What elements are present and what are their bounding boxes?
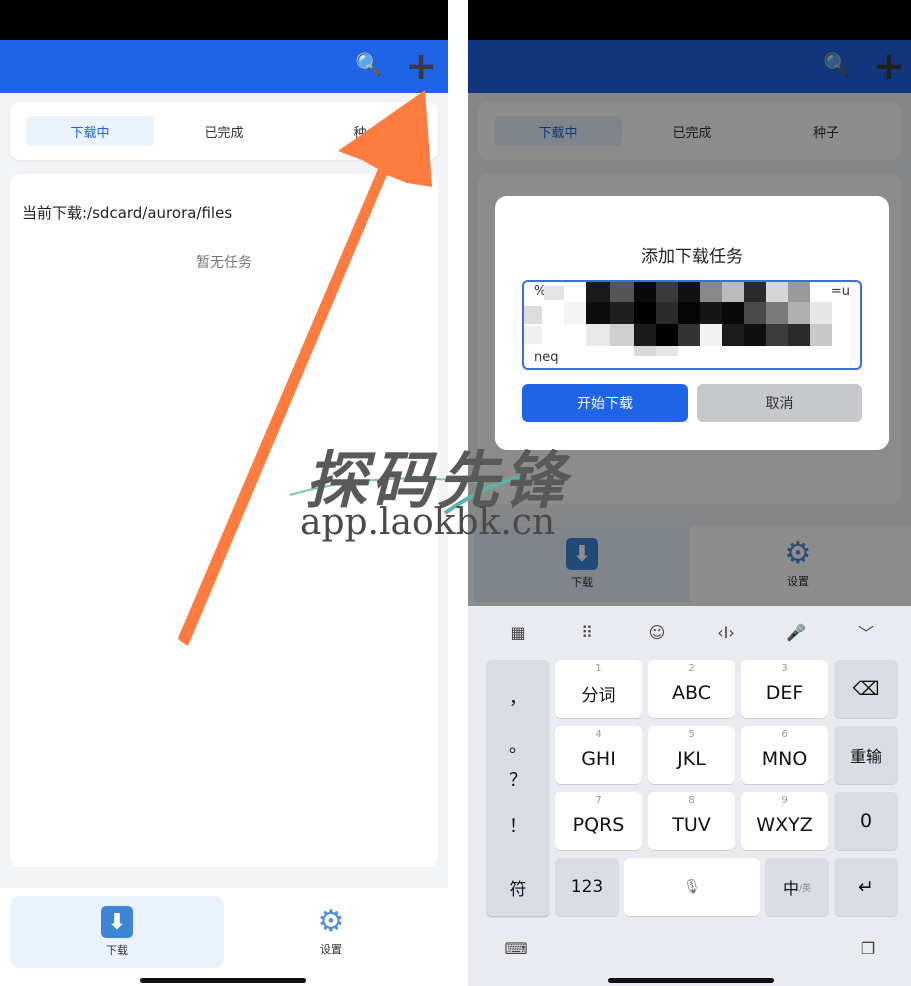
nav-label: 下载 [106,944,128,957]
cancel-button[interactable]: 取消 [697,384,862,422]
watermark-url: app.laokbk.cn [300,502,556,543]
empty-state-text: 暂无任务 [196,255,252,271]
key-label: 中 [782,879,799,898]
key-label: ABC [672,682,711,704]
nav-download[interactable]: ⬇ 下载 [10,896,224,968]
add-download-dialog: 添加下载任务 % =u neq 开始下载 取消 [495,196,889,450]
key-label: TUV [672,814,711,836]
key-number: 5 [688,729,695,740]
redaction-mosaic [524,282,860,368]
key-4[interactable]: 4 GHI [555,726,642,784]
key-6[interactable]: 6 MNO [741,726,828,784]
tab-completed[interactable]: 已完成 [160,116,288,146]
key-label: MNO [761,748,808,770]
mic-icon: 🎙 [683,879,701,895]
add-task-icon[interactable]: + [405,47,437,85]
bottom-nav: ⬇ 下载 ⚙ 设置 [0,888,448,986]
nav-label: 设置 [320,943,342,956]
key-label: JKL [677,748,706,770]
symbol-key[interactable]: ， [486,684,550,710]
key-number: 2 [688,663,695,674]
current-download-path: 当前下载:/sdcard/aurora/files [22,204,233,222]
home-indicator [608,978,774,983]
home-indicator [140,978,306,983]
key-number: 6 [781,729,788,740]
emoji-icon[interactable]: ☺ [639,620,675,644]
nav-settings[interactable]: ⚙ 设置 [224,896,438,968]
key-3[interactable]: 3 DEF [741,660,828,718]
key-5[interactable]: 5 JKL [648,726,735,784]
clipboard-icon[interactable]: ❐ [850,936,886,960]
keyboard-switch-icon[interactable]: ⌨ [498,936,534,960]
symbol-key[interactable]: 。 [486,732,550,758]
delete-key[interactable]: ⌫ [834,660,898,718]
key-number: 4 [595,729,602,740]
tab-torrents[interactable]: 种 [296,116,424,146]
grid-icon[interactable]: ▦ [500,620,536,644]
key-number: 7 [595,795,602,806]
top-app-bar: 🔍 + [0,40,448,93]
key-1[interactable]: 1 分词 [555,660,642,718]
key-label: WXYZ [756,814,813,836]
mic-icon[interactable]: 🎤 [778,620,814,644]
tab-downloading[interactable]: 下载中 [26,116,154,146]
key-8[interactable]: 8 TUV [648,792,735,850]
symbol-key[interactable]: ？ [486,766,550,792]
gear-icon: ⚙ [317,904,345,939]
retype-key[interactable]: 重输 [834,726,898,784]
key-number: 1 [595,663,602,674]
key-number: 3 [781,663,788,674]
keyboard-layout-icon[interactable]: ⠿ [569,620,605,644]
download-icon: ⬇ [101,906,133,938]
start-download-button[interactable]: 开始下载 [522,384,688,422]
key-number: 8 [688,795,695,806]
key-sublabel: /英 [798,883,812,894]
key-label: PQRS [572,814,625,836]
search-icon[interactable]: 🔍 [354,51,384,81]
key-label: DEF [765,682,804,704]
zero-key[interactable]: 0 [834,792,898,850]
number-switch-key[interactable]: 123 [555,858,619,916]
tab-label: 已完成 [204,125,244,141]
key-9[interactable]: 9 WXYZ [741,792,828,850]
key-label: GHI [581,748,616,770]
enter-key[interactable]: ↵ [834,858,898,916]
key-number: 9 [781,795,788,806]
url-input[interactable]: % =u neq [522,280,862,370]
cursor-icon[interactable]: ‹I› [708,620,744,644]
space-key[interactable]: 🎙 [624,858,760,916]
key-2[interactable]: 2 ABC [648,660,735,718]
tab-bar: 下载中 已完成 种 [10,102,438,160]
tab-label: 下载中 [70,125,110,141]
dialog-title: 添加下载任务 [641,247,743,267]
tab-label: 种 [353,125,367,141]
symbol-switch-key[interactable]: 符 [486,858,550,916]
collapse-icon[interactable]: ﹀ [848,620,884,644]
status-bar [0,0,448,40]
symbol-key[interactable]: ！ [486,812,550,838]
key-7[interactable]: 7 PQRS [555,792,642,850]
language-switch-key[interactable]: 中 /英 [765,858,829,916]
key-label: 分词 [581,685,616,706]
ime-keyboard: ▦ ⠿ ☺ ‹I› 🎤 ﹀ ， 。 ？ ！ 1 分词 2 ABC 3 DEF ⌫… [468,606,911,986]
